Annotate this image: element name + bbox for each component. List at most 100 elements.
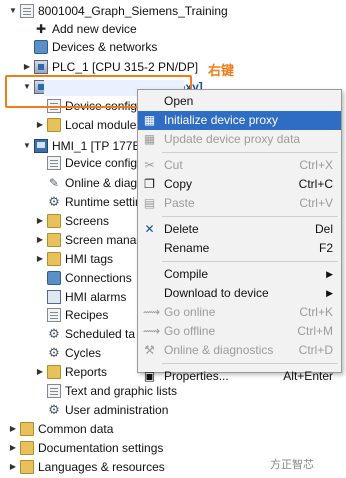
menu-item-icon: [143, 242, 156, 255]
menu-separator: [162, 363, 338, 364]
expand-arrow-icon[interactable]: ▶: [8, 420, 18, 438]
expand-arrow-icon[interactable]: ▶: [35, 116, 45, 134]
expand-arrow-icon[interactable]: ▶: [35, 250, 45, 268]
collapse-arrow-icon[interactable]: ▼: [8, 2, 18, 20]
menu-item-icon: ✕: [144, 222, 155, 236]
tree-item-label: Common data: [38, 422, 114, 436]
menu-item-icon: ❐: [144, 177, 155, 191]
menu-item[interactable]: ▦ Initialize device proxy: [138, 111, 341, 130]
menu-item-shortcut: Del: [314, 222, 333, 236]
menu-item-label: Rename: [164, 241, 210, 255]
menu-item[interactable]: Compile ▶: [138, 265, 341, 284]
doc-icon: [20, 4, 34, 18]
hmi-icon: [34, 139, 48, 153]
menu-item-label: Delete: [164, 222, 199, 236]
folder-icon: [47, 233, 61, 247]
tree-item-label: HMI_1 [TP 177B: [52, 139, 141, 153]
menu-item[interactable]: Rename F2: [138, 239, 341, 258]
menu-item-icon: [143, 287, 156, 300]
menu-item[interactable]: ▣ Properties... Alt+Enter: [138, 367, 341, 386]
menu-item-label: Cut: [164, 158, 183, 172]
menu-item-label: Update device proxy data: [164, 132, 301, 146]
menu-item-label: Paste: [164, 196, 195, 210]
tree-item[interactable]: ▶ Documentation settings: [0, 439, 346, 457]
net-icon: [34, 40, 48, 54]
menu-item-label: Open: [164, 94, 194, 108]
menu-item[interactable]: Download to device ▶: [138, 284, 341, 303]
menu-item: ⟿ Go online Ctrl+K: [138, 303, 341, 322]
folder-icon: [47, 252, 61, 266]
right-click-annotation: 右键: [208, 63, 235, 78]
tree-item-label: Cycles: [65, 346, 102, 360]
menu-item-label: Go offline: [164, 324, 216, 338]
gear-icon: ⚙: [48, 345, 60, 360]
menu-item[interactable]: Open: [138, 92, 341, 111]
menu-item-shortcut: F2: [318, 241, 333, 255]
menu-item-label: Go online: [164, 305, 216, 319]
menu-item-label: Download to device: [164, 286, 269, 300]
folder-icon: [47, 365, 61, 379]
watermark: 方正智芯: [270, 459, 314, 471]
collapse-arrow-icon[interactable]: ▼: [22, 137, 32, 155]
tree-item[interactable]: ⚙ User administration: [0, 401, 346, 419]
menu-item-icon: [143, 95, 156, 108]
menu-item-icon: ✂: [144, 158, 155, 172]
tree-item[interactable]: Devices & networks: [0, 38, 346, 56]
submenu-arrow-icon: ▶: [326, 269, 333, 279]
expand-arrow-icon[interactable]: ▶: [35, 363, 45, 381]
tree-item-label: Online & diagn: [65, 176, 144, 190]
tree-item-label: User administration: [65, 403, 169, 417]
tree-item-label: Connections: [65, 271, 132, 285]
menu-item-shortcut: Ctrl+X: [299, 158, 333, 172]
tree-item-label: HMI alarms: [65, 290, 127, 304]
menu-item-shortcut: Ctrl+D: [298, 343, 333, 357]
expand-arrow-icon[interactable]: ▶: [35, 231, 45, 249]
expand-arrow-icon[interactable]: ▶: [8, 439, 18, 457]
tree-item-label: Documentation settings: [38, 441, 164, 455]
menu-item[interactable]: ✕ Delete Del: [138, 220, 341, 239]
menu-item: ▦ Update device proxy data: [138, 130, 341, 149]
tree-item[interactable]: ✚ Add new device: [0, 20, 346, 38]
menu-item: ⚒ Online & diagnostics Ctrl+D: [138, 341, 341, 360]
menu-item-label: Compile: [164, 267, 209, 281]
gear-icon: ⚙: [48, 402, 60, 417]
expand-arrow-icon[interactable]: ▶: [8, 458, 18, 476]
expand-arrow-icon[interactable]: ▶: [35, 212, 45, 230]
menu-item[interactable]: ❐ Copy Ctrl+C: [138, 175, 341, 194]
add-icon: ✚: [35, 22, 47, 36]
menu-item: ⟿ Go offline Ctrl+M: [138, 322, 341, 341]
expand-arrow-icon[interactable]: ▶: [22, 58, 32, 76]
folder-icon: [47, 118, 61, 132]
scr-icon: [47, 290, 61, 304]
menu-item-icon: [143, 268, 156, 281]
doc-icon: [47, 308, 61, 322]
plc-icon: [34, 60, 48, 74]
menu-item-icon: ⟿: [143, 324, 161, 338]
gear-icon: ⚙: [48, 194, 60, 209]
menu-item-shortcut: Ctrl+V: [299, 196, 333, 210]
menu-item-icon: ▣: [143, 369, 156, 383]
menu-separator: [162, 152, 338, 153]
tree-item-label: Runtime settin: [65, 195, 142, 209]
tree-item[interactable]: ▶ Common data: [0, 420, 346, 438]
menu-separator: [162, 216, 338, 217]
menu-item-label: Initialize device proxy: [164, 113, 279, 127]
tree-item[interactable]: ▶ PLC_1 [CPU 315-2 PN/DP]: [0, 58, 346, 76]
tree-item-label: Screen manag: [65, 233, 144, 247]
tree-item-label: Languages & resources: [38, 460, 165, 474]
tree-item-label: Local modules: [65, 118, 143, 132]
tree-item[interactable]: ▼ 8001004_Graph_Siemens_Training: [0, 2, 346, 20]
tree-item-label: PLC_1 [CPU 315-2 PN/DP]: [52, 60, 199, 74]
menu-item-icon: ▦: [143, 113, 156, 127]
menu-separator: [162, 261, 338, 262]
doc-icon: [47, 156, 61, 170]
menu-item-label: Properties...: [164, 369, 229, 383]
tree-item-label: Screens: [65, 214, 110, 228]
